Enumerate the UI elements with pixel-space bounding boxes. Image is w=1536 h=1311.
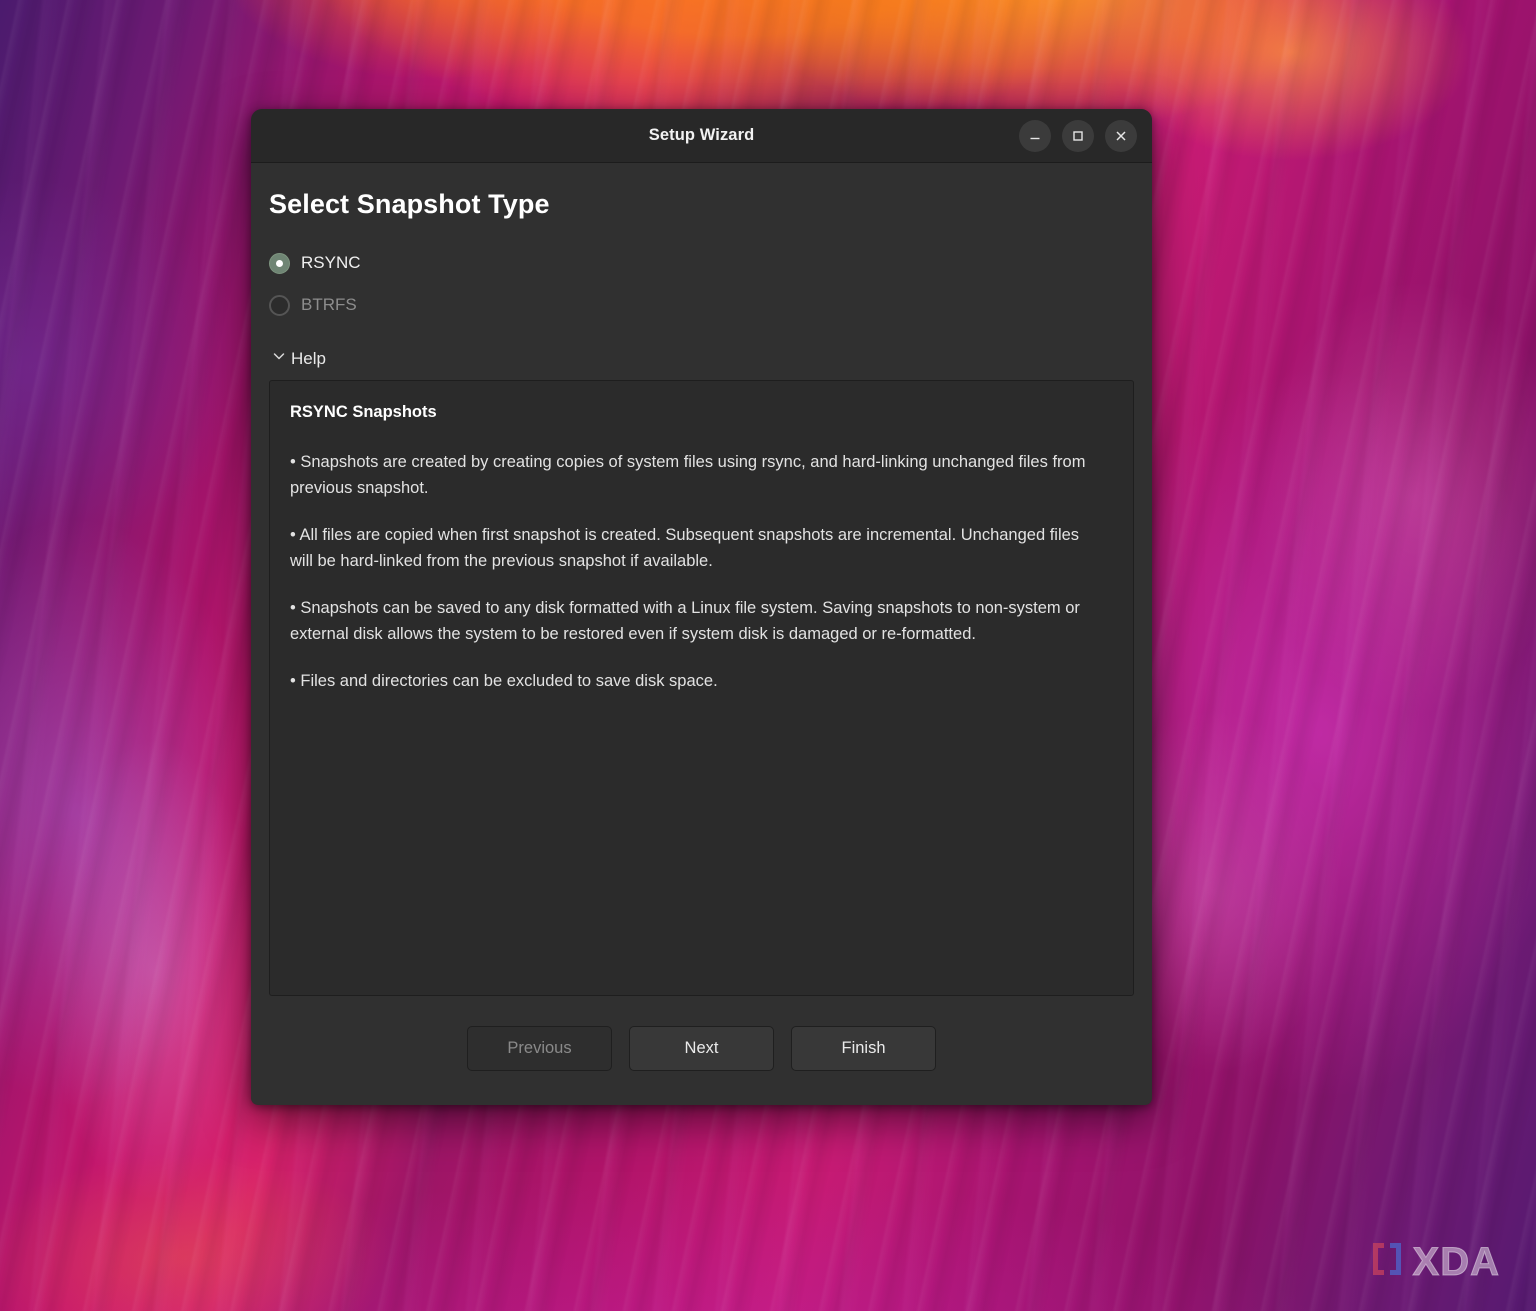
- radio-option-rsync-label: RSYNC: [301, 253, 361, 272]
- chevron-down-icon: [271, 348, 287, 369]
- window-controls: [1019, 119, 1137, 152]
- previous-button[interactable]: Previous: [467, 1026, 612, 1071]
- radio-option-btrfs[interactable]: BTRFS: [269, 288, 1134, 322]
- maximize-button[interactable]: [1062, 119, 1094, 152]
- window-title: Setup Wizard: [648, 126, 755, 144]
- minimize-button[interactable]: [1019, 119, 1051, 152]
- page-title: Select Snapshot Type: [269, 189, 550, 219]
- help-paragraph: • All files are copied when first snapsh…: [290, 526, 1080, 570]
- desktop-wallpaper: Setup Wizard Select Snapshot Type RSYNC …: [0, 0, 1536, 1311]
- help-heading: RSYNC Snapshots: [290, 403, 437, 421]
- help-disclosure-toggle[interactable]: Help: [271, 348, 326, 369]
- radio-unselected-icon: [269, 294, 290, 316]
- help-paragraph: • Files and directories can be excluded …: [290, 672, 718, 691]
- help-paragraph: • Snapshots can be saved to any disk for…: [290, 599, 1080, 643]
- wizard-button-bar: Previous Next Finish: [269, 996, 1134, 1105]
- xda-watermark: XDA: [1370, 1240, 1500, 1283]
- radio-selected-icon: [269, 252, 290, 274]
- title-bar[interactable]: Setup Wizard: [251, 109, 1152, 163]
- radio-option-rsync[interactable]: RSYNC: [269, 246, 1134, 280]
- minimize-icon: [1028, 129, 1042, 143]
- xda-wordmark: XDA: [1412, 1239, 1500, 1284]
- help-disclosure-label: Help: [291, 348, 326, 368]
- xda-bracket-logo-icon: [1370, 1240, 1404, 1283]
- help-paragraph: • Snapshots are created by creating copi…: [290, 453, 1086, 497]
- radio-option-btrfs-label: BTRFS: [301, 295, 357, 314]
- help-panel: RSYNC Snapshots • Snapshots are created …: [269, 380, 1134, 996]
- snapshot-type-radio-group: RSYNC BTRFS: [269, 246, 1134, 330]
- close-icon: [1114, 129, 1128, 143]
- setup-wizard-window: Setup Wizard Select Snapshot Type RSYNC …: [251, 109, 1152, 1105]
- close-button[interactable]: [1105, 119, 1137, 152]
- next-button[interactable]: Next: [629, 1026, 774, 1071]
- window-body: Select Snapshot Type RSYNC BTRFS Help RS…: [251, 163, 1152, 1105]
- maximize-icon: [1071, 129, 1085, 143]
- finish-button[interactable]: Finish: [791, 1026, 936, 1071]
